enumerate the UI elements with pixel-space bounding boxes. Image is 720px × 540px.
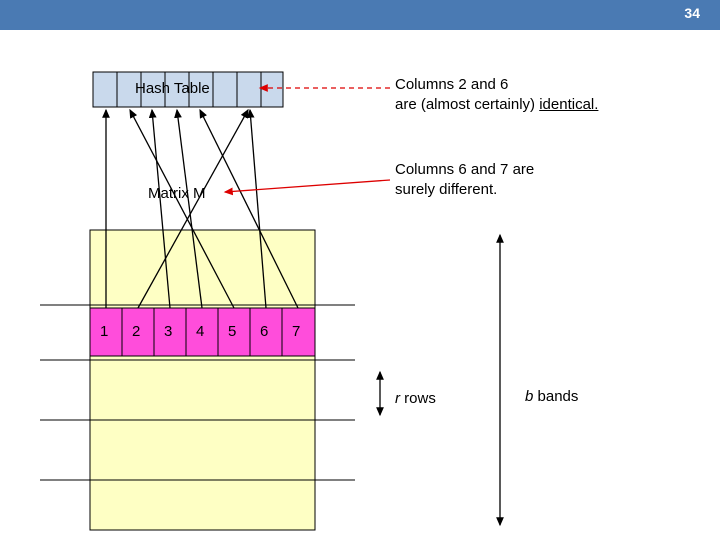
note2-line1: Columns 6 and 7 are <box>395 161 534 178</box>
hash-table-label: Hash Table <box>135 80 210 97</box>
b-bands-label: b bands <box>525 388 578 405</box>
note2-line2: surely different. <box>395 181 497 198</box>
b-bands-n: bands <box>538 388 579 405</box>
r-rows-i: r <box>395 390 400 407</box>
note1-line2a: are (almost certainly) <box>395 96 539 113</box>
matrix-m-label: Matrix M <box>148 185 206 202</box>
r-rows-label: r rows <box>395 390 436 407</box>
note-columns-6-7: Columns 6 and 7 are surely different. <box>395 160 534 199</box>
diagram-canvas <box>0 0 720 540</box>
col-num-7: 7 <box>292 323 300 340</box>
col-num-5: 5 <box>228 323 236 340</box>
col-num-3: 3 <box>164 323 172 340</box>
b-bands-i: b <box>525 388 533 405</box>
col-num-4: 4 <box>196 323 204 340</box>
note-columns-2-6: Columns 2 and 6 are (almost certainly) i… <box>395 75 598 114</box>
r-rows-n: rows <box>404 390 436 407</box>
note1-line1: Columns 2 and 6 <box>395 76 508 93</box>
col-num-6: 6 <box>260 323 268 340</box>
col-num-1: 1 <box>100 323 108 340</box>
col-num-2: 2 <box>132 323 140 340</box>
note1-line2b: identical. <box>539 96 598 113</box>
note2-pointer <box>225 180 390 192</box>
